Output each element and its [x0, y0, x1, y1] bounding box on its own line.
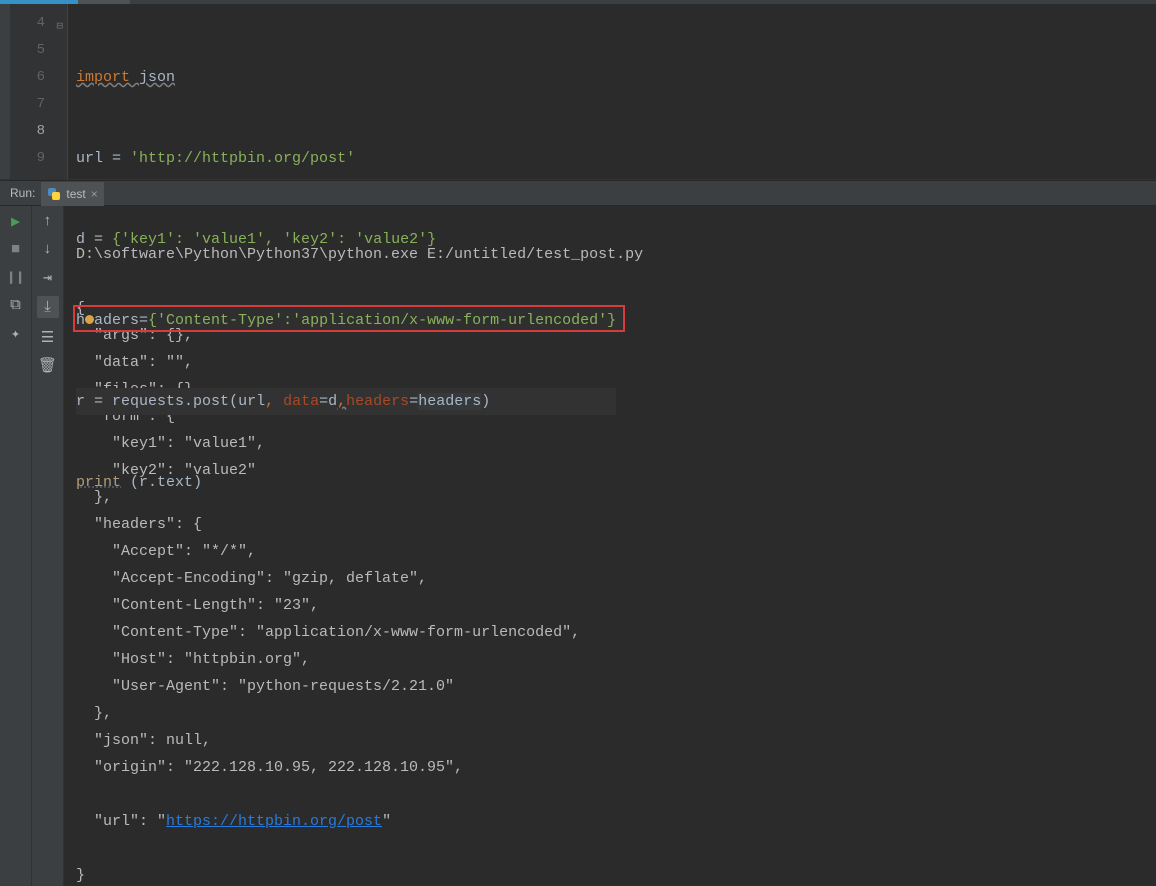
keyword: import	[76, 69, 130, 86]
operator: =	[409, 393, 418, 410]
code-line[interactable]: print (r.text)	[76, 469, 616, 496]
fold-marker-icon[interactable]: ⊟	[56, 14, 63, 41]
kwarg: data	[283, 393, 319, 410]
line-number: 8	[10, 118, 45, 145]
builtin-call: print	[76, 474, 121, 491]
variable: url	[76, 150, 103, 167]
space	[121, 474, 130, 491]
scroll-to-end-icon[interactable]: ⤓	[37, 296, 59, 318]
operator: =	[85, 231, 112, 248]
line-number: 6	[10, 64, 45, 91]
text: "url": "	[76, 813, 166, 830]
console-line: "User-Agent": "python-requests/2.21.0"	[76, 673, 643, 700]
clear-all-icon[interactable]: 🗑	[39, 356, 57, 374]
console-line: "url": "https://httpbin.org/post"	[76, 808, 643, 835]
console-line: "origin": "222.128.10.95, 222.128.10.95"…	[76, 754, 643, 781]
variable: d	[76, 231, 85, 248]
console-line: "Content-Type": "application/x-www-form-…	[76, 619, 643, 646]
dict-literal: {'Content-Type':'application/x-www-form-…	[148, 312, 616, 329]
layout-icon[interactable]: ⧉	[7, 296, 25, 314]
paren: )	[193, 474, 202, 491]
paren: (	[229, 393, 238, 410]
code-area[interactable]: import json url = 'http://httpbin.org/po…	[68, 4, 616, 179]
run-label: Run:	[10, 186, 35, 200]
module-name	[130, 69, 139, 86]
arg: d	[328, 393, 337, 410]
rerun-icon[interactable]: ▶	[7, 212, 25, 230]
console-toolbar-secondary: ↑ ↓ ⇥ ⤓ ☰ 🗑	[32, 206, 64, 886]
console-line: }	[76, 862, 643, 886]
print-icon[interactable]: ☰	[39, 328, 57, 346]
kwarg: headers	[346, 393, 409, 410]
code-line[interactable]: haders={'Content-Type':'application/x-ww…	[76, 307, 616, 334]
variable: r	[76, 393, 85, 410]
console-line: "Accept-Encoding": "gzip, deflate",	[76, 565, 643, 592]
arg: url	[238, 393, 265, 410]
gutter-strip	[0, 4, 10, 179]
operator: =	[103, 150, 130, 167]
code-line[interactable]: r = requests.post(url, data=d,headers=he…	[76, 388, 616, 415]
python-icon	[47, 187, 61, 201]
stop-icon[interactable]: ■	[7, 240, 25, 258]
console-line: },	[76, 700, 643, 727]
operator: =	[319, 393, 328, 410]
code-line[interactable]: d = {'key1': 'value1', 'key2': 'value2'}	[76, 226, 616, 253]
url-link[interactable]: https://httpbin.org/post	[166, 813, 382, 830]
breakpoint-indicator-icon[interactable]	[85, 315, 94, 324]
up-arrow-icon[interactable]: ↑	[39, 212, 57, 230]
string-literal: 'http://httpbin.org/post'	[130, 150, 355, 167]
line-number: 4	[10, 10, 45, 37]
console-line: "Content-Length": "23",	[76, 592, 643, 619]
arg: r.text	[139, 474, 193, 491]
soft-wrap-icon[interactable]: ⇥	[39, 268, 57, 286]
operator: =	[139, 312, 148, 329]
paren: (	[130, 474, 139, 491]
code-editor[interactable]: ⊟ 4 5 6 7 8 9 import json url = 'http://…	[0, 4, 1156, 180]
line-number: 9	[10, 145, 45, 172]
module-name: json	[139, 69, 175, 86]
pause-icon[interactable]: ❙❙	[7, 268, 25, 286]
operator: =	[85, 393, 112, 410]
code-line[interactable]: url = 'http://httpbin.org/post'	[76, 145, 616, 172]
variable: h	[76, 312, 85, 329]
console-line: "Host": "httpbin.org",	[76, 646, 643, 673]
text: "	[382, 813, 391, 830]
comma: ,	[265, 393, 283, 410]
line-number: 7	[10, 91, 45, 118]
pin-icon[interactable]: ✦	[7, 324, 25, 342]
dict-literal: {'key1': 'value1', 'key2': 'value2'}	[112, 231, 436, 248]
code-line[interactable]: import json	[76, 64, 616, 91]
paren: )	[481, 393, 490, 410]
console-line: "json": null,	[76, 727, 643, 754]
down-arrow-icon[interactable]: ↓	[39, 240, 57, 258]
variable: aders	[94, 312, 139, 329]
line-number: 5	[10, 37, 45, 64]
call: requests.post	[112, 393, 229, 410]
line-number-gutter: ⊟ 4 5 6 7 8 9	[10, 4, 68, 179]
comma: ,	[337, 393, 346, 410]
console-toolbar-left: ▶ ■ ❙❙ ⧉ ✦	[0, 206, 32, 886]
arg: headers	[418, 393, 481, 410]
